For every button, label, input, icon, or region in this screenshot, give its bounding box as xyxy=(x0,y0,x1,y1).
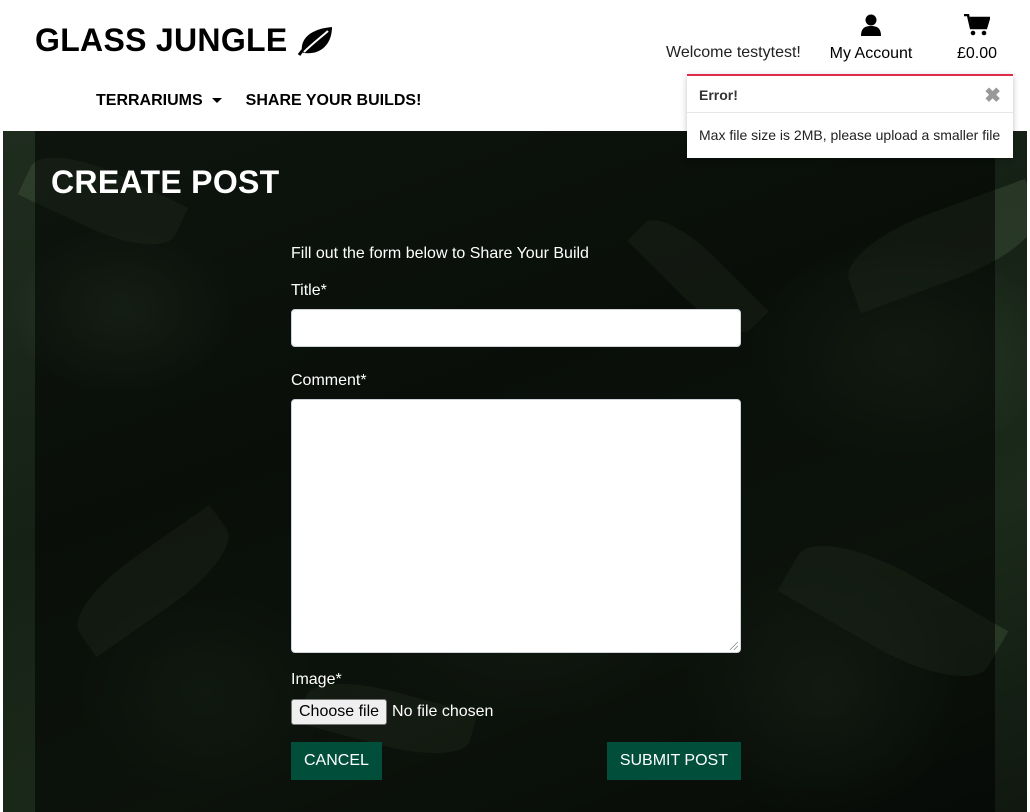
nav-terrariums-label: TERRARIUMS xyxy=(96,92,203,109)
submit-post-button[interactable]: SUBMIT POST xyxy=(606,742,741,780)
toast-message: Max file size is 2MB, please upload a sm… xyxy=(699,127,1001,143)
resize-handle-icon[interactable] xyxy=(730,642,738,650)
caret-down-icon xyxy=(211,97,222,103)
page: GLASS JUNGLE TERRARIUMS SHARE YOUR BUILD… xyxy=(3,0,1027,812)
my-account-link[interactable]: My Account xyxy=(829,14,913,63)
my-account-label: My Account xyxy=(829,45,913,62)
form-intro: Fill out the form below to Share Your Bu… xyxy=(291,245,589,262)
cart-link[interactable]: £0.00 xyxy=(953,13,1001,63)
nav-terrariums[interactable]: TERRARIUMS xyxy=(96,92,222,110)
brand-logo[interactable]: GLASS JUNGLE xyxy=(35,22,334,59)
image-file-input: Choose file No file chosen xyxy=(291,699,741,725)
toast-title: Error! xyxy=(699,87,738,103)
title-input[interactable] xyxy=(291,309,741,347)
cancel-button[interactable]: CANCEL xyxy=(291,742,382,780)
main-nav: TERRARIUMS SHARE YOUR BUILDS! xyxy=(96,92,421,110)
nav-share-builds[interactable]: SHARE YOUR BUILDS! xyxy=(246,92,422,110)
create-post-form: Fill out the form below to Share Your Bu… xyxy=(291,240,741,780)
comment-textarea[interactable] xyxy=(291,399,741,653)
brand-name: GLASS JUNGLE xyxy=(35,22,288,58)
nav-share-label: SHARE YOUR BUILDS! xyxy=(245,92,422,109)
cart-total: £0.00 xyxy=(956,45,998,62)
image-label: Image* xyxy=(291,671,342,688)
cart-icon xyxy=(964,13,991,36)
title-label: Title* xyxy=(291,282,327,299)
error-toast: Error! ✖ Max file size is 2MB, please up… xyxy=(687,74,1013,158)
toast-header: Error! ✖ xyxy=(687,76,1013,113)
choose-file-button[interactable]: Choose file xyxy=(291,699,388,725)
welcome-text: Welcome testytest! xyxy=(666,44,801,61)
comment-label: Comment* xyxy=(291,372,367,389)
form-actions: CANCEL SUBMIT POST xyxy=(291,742,741,780)
page-title: CREATE POST xyxy=(51,164,280,200)
file-status: No file chosen xyxy=(392,703,494,720)
user-icon xyxy=(861,14,881,36)
leaf-icon xyxy=(297,26,332,56)
close-icon[interactable]: ✖ xyxy=(984,83,1001,108)
